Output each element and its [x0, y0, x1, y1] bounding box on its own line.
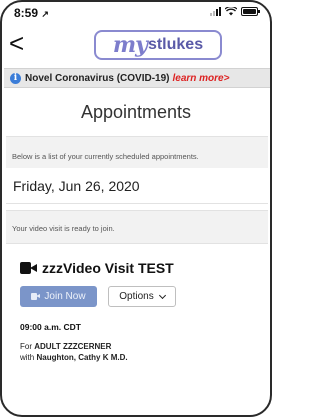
- status-icons: [210, 7, 260, 16]
- location-icon: ↗: [41, 9, 49, 19]
- learn-more-link[interactable]: learn more>: [172, 73, 229, 84]
- provider-line: with Naughton, Cathy K M.D.: [20, 353, 128, 362]
- alert-text: Novel Coronavirus (COVID-19): [25, 72, 170, 84]
- covid-alert-banner: i Novel Coronavirus (COVID-19) learn mor…: [4, 68, 270, 88]
- page-title: Appointments: [80, 102, 192, 122]
- patient-name: ADULT ZZZCERNER: [34, 342, 112, 351]
- options-label: Options: [119, 291, 154, 302]
- join-now-button[interactable]: Join Now: [20, 286, 97, 307]
- info-icon: i: [10, 72, 21, 84]
- for-prefix: For: [20, 342, 32, 351]
- back-chevron-icon[interactable]: <: [9, 30, 24, 56]
- signal-icon: [210, 7, 221, 16]
- options-dropdown-button[interactable]: Options: [108, 286, 176, 307]
- appointment-time: 09:00 a.m. CDT: [20, 322, 81, 332]
- appointment-date-header: Friday, Jun 26, 2020: [6, 168, 268, 204]
- provider-name: Naughton, Cathy K M.D.: [36, 353, 128, 362]
- appointment-title: zzzVideo Visit TEST: [20, 260, 174, 276]
- with-prefix: with: [20, 353, 35, 362]
- logo-stlukes-text: stlukes: [147, 36, 204, 53]
- phone-frame: 8:59 ↗ < my stlukes i Novel Coronavirus (…: [0, 0, 272, 417]
- status-bar: 8:59 ↗: [2, 2, 270, 22]
- app-header: < my stlukes: [2, 24, 270, 66]
- appointment-card: zzzVideo Visit TEST Join Now Options 09:…: [6, 244, 268, 394]
- patient-line: For ADULT ZZZCERNER: [20, 342, 111, 351]
- battery-icon: [241, 7, 260, 16]
- chevron-down-icon: [158, 291, 166, 299]
- join-now-label: Join Now: [44, 291, 86, 302]
- status-time: 8:59 ↗: [14, 6, 49, 20]
- intro-text: Below is a list of your currently schedu…: [12, 152, 199, 161]
- mystlukes-logo: my stlukes: [94, 30, 222, 60]
- appointment-name: zzzVideo Visit TEST: [42, 260, 174, 276]
- ready-notice-band: Your video visit is ready to join.: [6, 210, 268, 244]
- video-camera-icon: [20, 262, 37, 274]
- wifi-icon: [225, 7, 237, 16]
- ready-notice-text: Your video visit is ready to join.: [12, 224, 115, 233]
- logo-my-text: my: [112, 32, 148, 58]
- video-camera-icon: [31, 293, 41, 300]
- appointment-date: Friday, Jun 26, 2020: [13, 178, 140, 194]
